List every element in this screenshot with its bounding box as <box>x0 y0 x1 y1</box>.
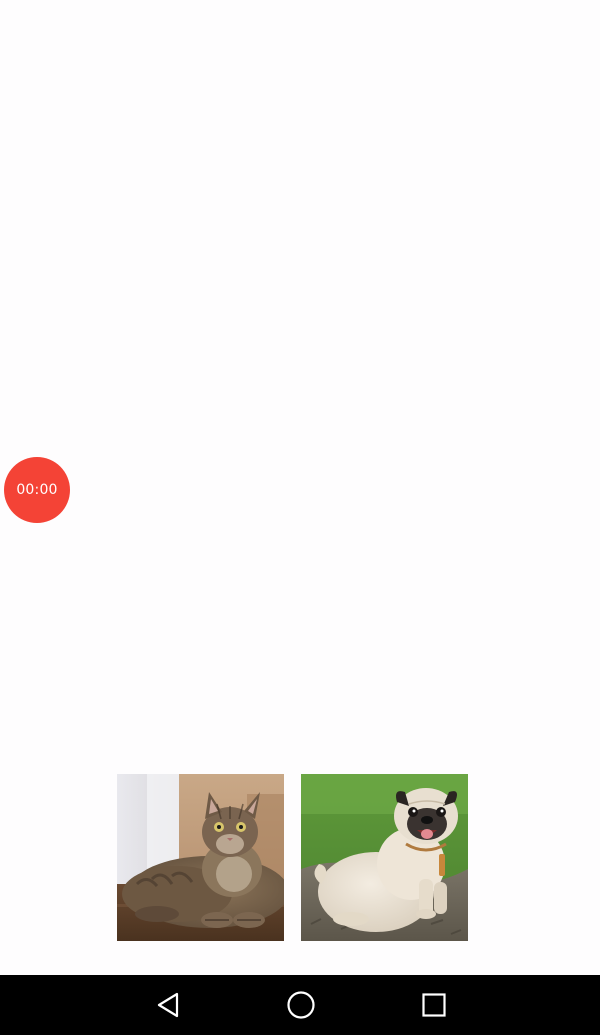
back-button[interactable] <box>138 975 198 1035</box>
cat-photo-icon <box>117 774 284 941</box>
dog-image[interactable] <box>301 774 468 941</box>
image-choices <box>117 774 468 941</box>
back-triangle-icon <box>157 992 179 1018</box>
pug-photo-icon <box>301 774 468 941</box>
recents-square-icon <box>422 993 446 1017</box>
timer-label: 00:00 <box>16 482 58 498</box>
home-circle-icon <box>287 991 315 1019</box>
home-button[interactable] <box>271 975 331 1035</box>
cat-image[interactable] <box>117 774 284 941</box>
timer-button[interactable]: 00:00 <box>4 457 70 523</box>
recents-button[interactable] <box>404 975 464 1035</box>
system-navigation-bar <box>0 975 600 1035</box>
app-screen: 00:00 <box>0 0 600 975</box>
